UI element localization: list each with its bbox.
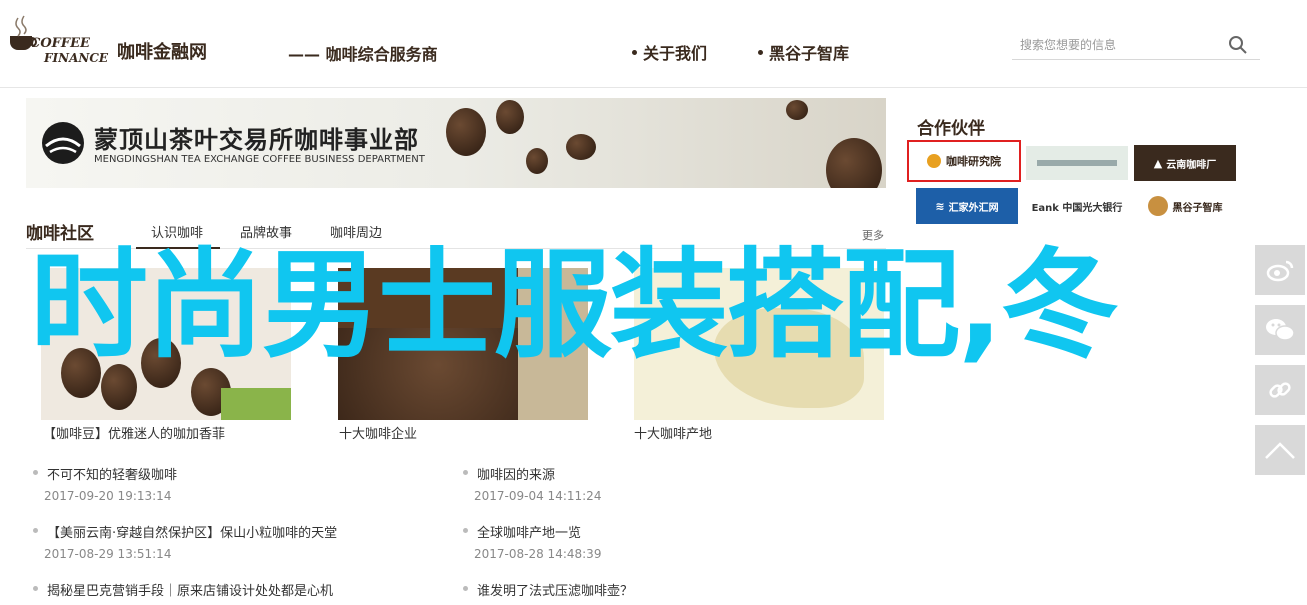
nav-about-us[interactable]: 关于我们 — [632, 40, 707, 64]
copy-link-button[interactable] — [1255, 365, 1305, 415]
news-item[interactable]: 不可不知的轻奢级咖啡 — [33, 464, 178, 483]
bullet-icon — [463, 528, 468, 533]
news-timestamp: 2017-09-04 14:11:24 — [474, 489, 602, 503]
overlay-headline: 时尚男士服装搭配,冬 — [30, 236, 1119, 374]
partner-logo-icon — [927, 154, 941, 168]
partner-logo-icon: ≋ — [935, 199, 945, 213]
banner-title: 蒙顶山茶叶交易所咖啡事业部 — [94, 126, 419, 154]
bullet-icon — [632, 50, 637, 55]
news-item[interactable]: 谁发明了法式压滤咖啡壶？ — [463, 580, 634, 599]
partner-yunnan-coffee[interactable]: ▲ 云南咖啡厂 — [1134, 145, 1236, 181]
partner-mengdingshan[interactable] — [1026, 146, 1128, 180]
partner-label: 黑谷子智库 — [1172, 202, 1223, 214]
news-timestamp: 2017-08-29 13:51:14 — [44, 547, 172, 561]
partner-logo-icon — [1147, 196, 1168, 216]
coffee-bean-image — [826, 138, 882, 188]
bullet-icon — [463, 470, 468, 475]
card-caption[interactable]: 十大咖啡产地 — [634, 423, 712, 442]
share-weibo-button[interactable] — [1255, 245, 1305, 295]
coffee-bean-image — [496, 100, 524, 134]
bullet-icon — [33, 528, 38, 533]
site-name: 咖啡金融网 — [117, 42, 207, 63]
card-caption[interactable]: 【咖啡豆】优雅迷人的咖加香菲 — [43, 423, 225, 442]
search-input[interactable] — [1020, 34, 1220, 56]
site-header: COFFEE FINANCE 咖啡金融网 —— 咖啡综合服务商 关于我们 黑谷子… — [0, 0, 1307, 88]
partner-coffee-institute[interactable]: 咖啡研究院 — [907, 140, 1021, 182]
news-item[interactable]: 揭秘星巴克营销手段｜原来店铺设计处处都是心机 — [33, 580, 334, 599]
partner-label: 汇家外汇网 — [948, 202, 999, 214]
nav-label: 关于我们 — [643, 44, 708, 63]
search-icon[interactable] — [1228, 35, 1248, 55]
partner-logo-icon: ▲ — [1153, 156, 1163, 170]
partner-everbright-bank[interactable]: Eank 中国光大银行 — [1026, 192, 1128, 220]
search-box — [1012, 30, 1260, 60]
coffee-bean-image — [446, 108, 486, 156]
nav-think-tank[interactable]: 黑谷子智库 — [758, 40, 849, 64]
news-title: 谁发明了法式压滤咖啡壶？ — [477, 584, 634, 599]
banner-mengdingshan[interactable]: 蒙顶山茶叶交易所咖啡事业部 MENGDINGSHAN TEA EXCHANGE … — [26, 98, 886, 188]
weibo-icon — [1266, 260, 1294, 282]
partner-label: 云南咖啡厂 — [1166, 159, 1217, 171]
news-timestamp: 2017-09-20 19:13:14 — [44, 489, 172, 503]
news-title: 【美丽云南·穿越自然保护区】保山小粒咖啡的天堂 — [47, 526, 338, 541]
site-logo[interactable]: COFFEE FINANCE — [0, 14, 108, 70]
partner-label: Eank 中国光大银行 — [1031, 202, 1123, 214]
partners-title: 合作伙伴 — [917, 119, 985, 139]
coffee-bean-image — [786, 100, 808, 120]
link-icon — [1269, 382, 1291, 398]
news-title: 全球咖啡产地一览 — [477, 526, 582, 541]
card-caption[interactable]: 十大咖啡企业 — [339, 423, 417, 442]
partner-heiguzi[interactable]: 黑谷子智库 — [1134, 190, 1236, 222]
banner-subtitle: MENGDINGSHAN TEA EXCHANGE COFFEE BUSINES… — [94, 154, 425, 165]
news-item[interactable]: 咖啡因的来源 — [463, 464, 556, 483]
back-to-top-button[interactable] — [1255, 425, 1305, 475]
nav-label: 黑谷子智库 — [769, 44, 850, 63]
partner-label: 咖啡研究院 — [946, 155, 1001, 168]
back-to-top-icon — [1265, 442, 1295, 459]
news-title: 揭秘星巴克营销手段｜原来店铺设计处处都是心机 — [47, 584, 334, 599]
mengdingshan-logo-icon — [42, 122, 84, 164]
share-wechat-button[interactable] — [1255, 305, 1305, 355]
news-title: 咖啡因的来源 — [477, 468, 556, 483]
bullet-icon — [758, 50, 763, 55]
partner-logo-icon — [1037, 160, 1117, 166]
bullet-icon — [33, 470, 38, 475]
leaf-image — [221, 388, 291, 420]
bullet-icon — [463, 586, 468, 591]
wechat-icon — [1266, 319, 1295, 341]
news-title: 不可不知的轻奢级咖啡 — [47, 468, 178, 483]
coffee-bean-image — [566, 134, 596, 160]
logo-text-line1: COFFEE — [30, 36, 90, 51]
news-timestamp: 2017-08-28 14:48:39 — [474, 547, 602, 561]
news-item[interactable]: 【美丽云南·穿越自然保护区】保山小粒咖啡的天堂 — [33, 522, 338, 541]
site-tagline: —— 咖啡综合服务商 — [288, 45, 438, 64]
news-item[interactable]: 全球咖啡产地一览 — [463, 522, 582, 541]
partner-huijia-forex[interactable]: ≋ 汇家外汇网 — [916, 188, 1018, 224]
coffee-bean-image — [526, 148, 548, 174]
logo-text-line2: FINANCE — [44, 51, 109, 65]
bullet-icon — [33, 586, 38, 591]
